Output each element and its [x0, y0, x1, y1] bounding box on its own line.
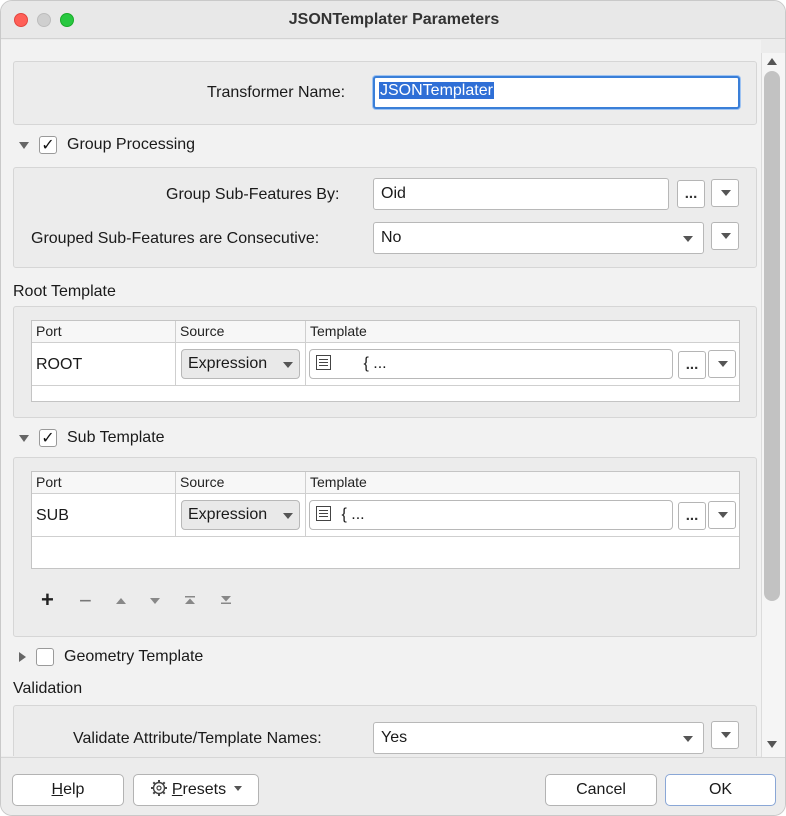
sub-template-table: Port Source Template SUB Expression { ..…: [31, 471, 740, 569]
parameters-content: Transformer Name: JSONTemplater ✓ Group …: [1, 40, 761, 756]
column-header-template: Template: [310, 323, 367, 339]
validate-names-label: Validate Attribute/Template Names:: [73, 730, 322, 747]
row-divider: [32, 536, 739, 537]
root-template-table: Port Source Template ROOT Expression { .…: [31, 320, 740, 402]
consecutive-menu-button[interactable]: [711, 222, 739, 250]
scrollbar-thumb[interactable]: [764, 71, 780, 601]
root-template-heading: Root Template: [13, 283, 116, 300]
sub-template-label: Sub Template: [67, 429, 165, 446]
validation-heading: Validation: [13, 680, 83, 697]
help-mnemonic: H: [51, 781, 64, 798]
root-source-select[interactable]: Expression: [181, 349, 300, 379]
column-divider: [305, 321, 306, 385]
sub-template-input[interactable]: { ...: [309, 500, 673, 530]
geometry-template-checkbox[interactable]: [36, 648, 54, 666]
validate-names-value: Yes: [381, 729, 408, 746]
disclosure-closed-icon[interactable]: [19, 652, 26, 662]
move-up-icon[interactable]: [115, 597, 127, 605]
column-header-source: Source: [180, 474, 225, 490]
chevron-down-icon: [721, 190, 731, 196]
root-template-input[interactable]: { ...: [309, 349, 673, 379]
sub-template-menu-button[interactable]: [708, 501, 736, 529]
move-down-icon[interactable]: [149, 597, 161, 605]
sub-port-cell[interactable]: SUB: [36, 507, 69, 525]
cancel-button[interactable]: Cancel: [545, 774, 657, 806]
gear-icon: [150, 780, 167, 796]
group-by-menu-button[interactable]: [711, 179, 739, 207]
root-template-ellipsis-button[interactable]: ...: [678, 351, 706, 379]
dropdown-arrow-icon: [683, 236, 693, 242]
presets-button[interactable]: Presets: [133, 774, 259, 806]
validate-names-select[interactable]: Yes: [373, 722, 704, 754]
remove-row-icon[interactable]: −: [79, 588, 92, 614]
column-header-port: Port: [36, 323, 62, 339]
chevron-down-icon: [718, 512, 728, 518]
root-template-value: { ...: [363, 355, 387, 372]
ok-button[interactable]: OK: [665, 774, 776, 806]
group-by-input[interactable]: Oid: [373, 178, 669, 210]
group-by-label: Group Sub-Features By:: [166, 186, 340, 203]
root-source-value: Expression: [188, 355, 268, 372]
sub-template-header[interactable]: ✓ Sub Template: [19, 429, 165, 447]
table-header: Port Source Template: [32, 472, 739, 494]
chevron-down-icon: [234, 786, 243, 791]
chevron-down-icon: [718, 361, 728, 367]
dropdown-arrow-icon: [683, 736, 693, 742]
sub-source-select[interactable]: Expression: [181, 500, 300, 530]
dialog-window: JSONTemplater Parameters Transformer Nam…: [0, 0, 786, 816]
geometry-template-label: Geometry Template: [64, 648, 204, 665]
move-top-icon[interactable]: [184, 595, 196, 605]
chevron-down-icon: [721, 233, 731, 239]
presets-mnemonic: P: [171, 781, 183, 798]
transformer-name-label: Transformer Name:: [207, 84, 346, 101]
transformer-name-value: JSONTemplater: [379, 82, 494, 99]
column-header-port: Port: [36, 474, 62, 490]
text-editor-icon[interactable]: [316, 506, 331, 521]
add-row-icon[interactable]: +: [41, 587, 54, 613]
group-by-value: Oid: [381, 185, 406, 202]
sub-template-checkbox[interactable]: ✓: [39, 429, 57, 447]
consecutive-value: No: [381, 229, 402, 246]
presets-label-rest: resets: [182, 781, 227, 798]
sub-source-value: Expression: [188, 506, 268, 523]
consecutive-label: Grouped Sub-Features are Consecutive:: [31, 230, 320, 247]
window-title: JSONTemplater Parameters: [288, 11, 500, 28]
scroll-down-arrow-icon[interactable]: [767, 741, 777, 748]
root-port-cell[interactable]: ROOT: [36, 356, 82, 374]
column-divider: [175, 472, 176, 536]
text-editor-icon[interactable]: [316, 355, 331, 370]
transformer-name-input[interactable]: JSONTemplater: [373, 76, 740, 109]
row-divider: [32, 385, 739, 386]
column-divider: [175, 321, 176, 385]
sub-template-value: { ...: [341, 506, 365, 523]
dropdown-arrow-icon: [283, 513, 293, 519]
column-divider: [305, 472, 306, 536]
group-processing-header[interactable]: ✓ Group Processing: [19, 136, 195, 154]
geometry-template-header[interactable]: Geometry Template: [19, 648, 203, 666]
move-bottom-icon[interactable]: [220, 595, 232, 605]
help-button[interactable]: Help: [12, 774, 124, 806]
scroll-up-arrow-icon[interactable]: [767, 58, 777, 65]
validate-names-menu-button[interactable]: [711, 721, 739, 749]
help-label-rest: elp: [63, 781, 85, 798]
root-template-menu-button[interactable]: [708, 350, 736, 378]
column-header-template: Template: [310, 474, 367, 490]
disclosure-open-icon[interactable]: [19, 434, 29, 442]
group-processing-checkbox[interactable]: ✓: [39, 136, 57, 154]
column-header-source: Source: [180, 323, 225, 339]
group-processing-label: Group Processing: [67, 136, 196, 153]
consecutive-select[interactable]: No: [373, 222, 704, 254]
chevron-down-icon: [721, 732, 731, 738]
disclosure-open-icon[interactable]: [19, 141, 29, 149]
sub-template-ellipsis-button[interactable]: ...: [678, 502, 706, 530]
dropdown-arrow-icon: [283, 362, 293, 368]
title-bar: JSONTemplater Parameters: [1, 1, 785, 39]
group-by-ellipsis-button[interactable]: ...: [677, 180, 705, 208]
table-header: Port Source Template: [32, 321, 739, 343]
